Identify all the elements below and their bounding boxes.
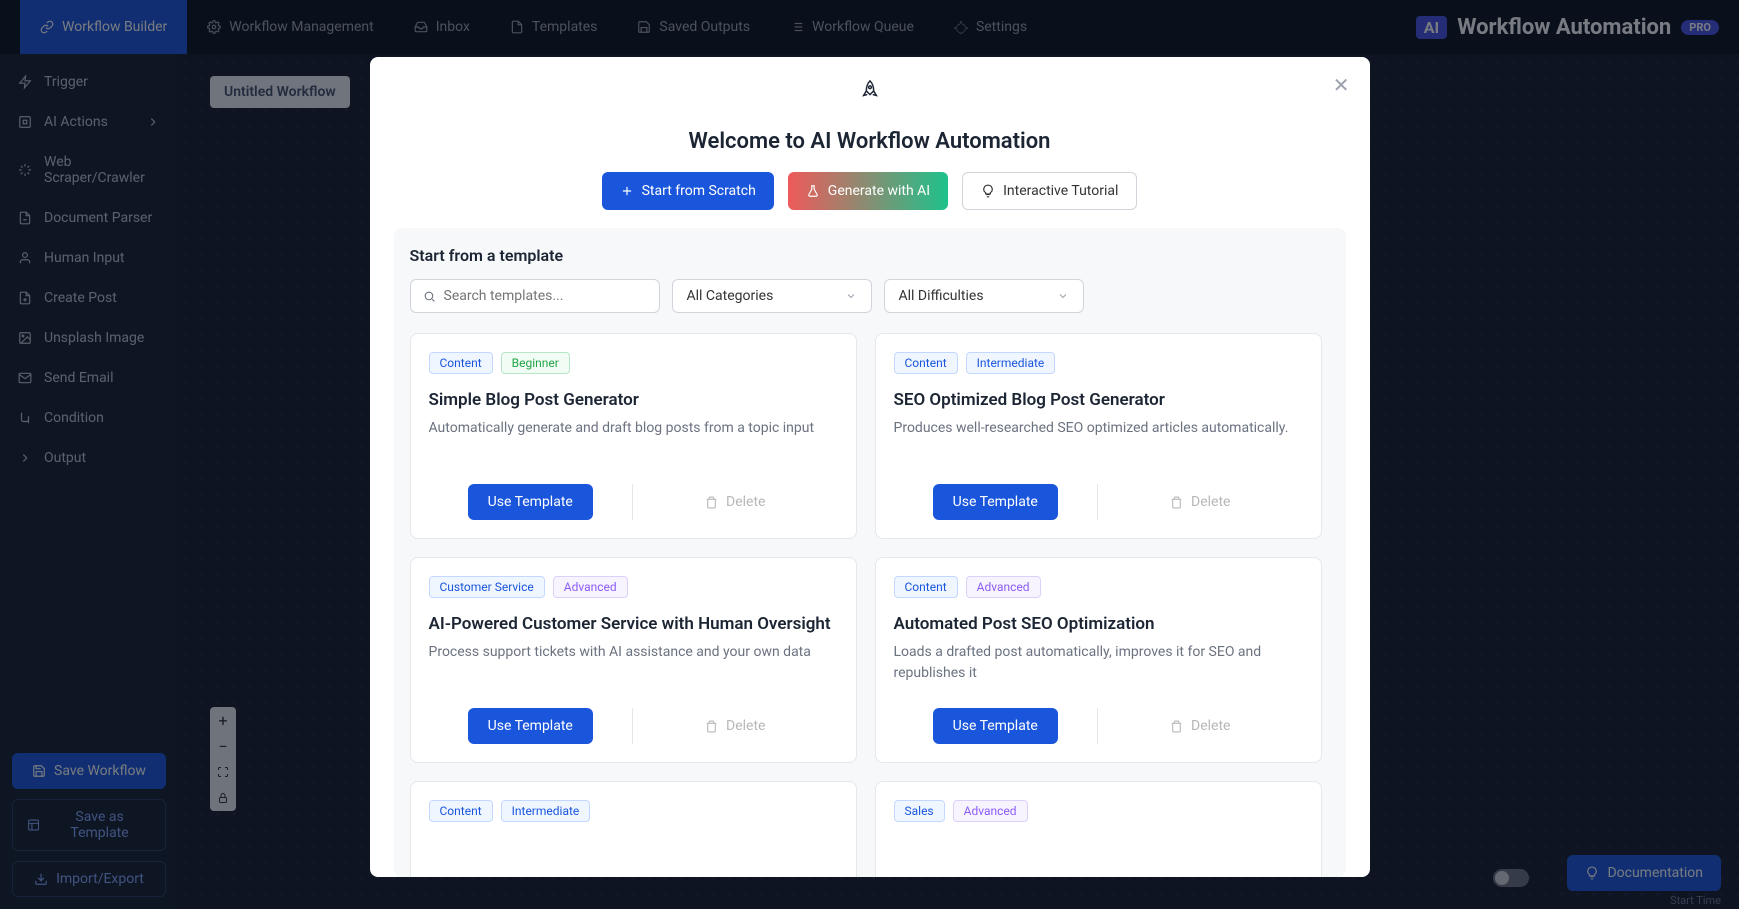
template-grid-scroll[interactable]: Content Beginner Simple Blog Post Generat… (410, 333, 1330, 877)
start-scratch-label: Start from Scratch (642, 183, 756, 199)
trash-icon (1170, 496, 1183, 509)
template-tags: Content Advanced (894, 576, 1303, 598)
generate-ai-button[interactable]: Generate with AI (788, 172, 948, 210)
modal-title: Welcome to AI Workflow Automation (370, 129, 1370, 154)
use-template-button[interactable]: Use Template (468, 708, 593, 744)
close-icon[interactable]: ✕ (1333, 73, 1350, 97)
template-actions: Use Template Delete (429, 484, 838, 520)
category-select-label: All Categories (687, 288, 774, 304)
tutorial-label: Interactive Tutorial (1003, 183, 1118, 199)
chevron-down-icon (845, 290, 857, 302)
template-tag: Customer Service (429, 576, 545, 598)
template-actions: Use Template Delete (894, 484, 1303, 520)
template-card: SalesAdvanced Use Template Delete (875, 781, 1322, 877)
use-template-button[interactable]: Use Template (468, 484, 593, 520)
template-section-title: Start from a template (410, 246, 1330, 265)
template-title: Simple Blog Post Generator (429, 390, 838, 410)
template-card: Content Beginner Simple Blog Post Generat… (410, 333, 857, 539)
template-tags: Customer Service Advanced (429, 576, 838, 598)
template-card: Content Advanced Automated Post SEO Optim… (875, 557, 1322, 763)
delete-label: Delete (726, 718, 765, 734)
template-card: Customer Service Advanced AI-Powered Cust… (410, 557, 857, 763)
delete-template-button[interactable]: Delete (633, 708, 838, 744)
template-tag: Content (894, 352, 958, 374)
template-tag: Sales (894, 800, 945, 822)
template-description: Produces well-researched SEO optimized a… (894, 418, 1303, 460)
difficulty-select-label: All Difficulties (899, 288, 984, 304)
template-tag: Content (429, 352, 493, 374)
template-grid: Content Beginner Simple Blog Post Generat… (410, 333, 1322, 877)
delete-label: Delete (1191, 494, 1230, 510)
search-templates-input[interactable] (444, 288, 647, 304)
delete-template-button[interactable]: Delete (1098, 708, 1303, 744)
delete-label: Delete (1191, 718, 1230, 734)
delete-template-button[interactable]: Delete (1098, 484, 1303, 520)
delete-template-button[interactable]: Delete (633, 484, 838, 520)
category-select[interactable]: All Categories (672, 279, 872, 313)
template-actions: Use Template Delete (894, 708, 1303, 744)
template-description (894, 846, 1303, 877)
flask-icon (806, 184, 820, 198)
generate-ai-label: Generate with AI (828, 183, 930, 199)
tutorial-button[interactable]: Interactive Tutorial (962, 172, 1137, 210)
use-template-button[interactable]: Use Template (933, 484, 1058, 520)
template-description: Process support tickets with AI assistan… (429, 642, 838, 684)
trash-icon (705, 720, 718, 733)
use-template-button[interactable]: Use Template (933, 708, 1058, 744)
template-title: AI-Powered Customer Service with Human O… (429, 614, 838, 634)
template-title: Automated Post SEO Optimization (894, 614, 1303, 634)
template-tag: Intermediate (501, 800, 591, 822)
delete-label: Delete (726, 494, 765, 510)
search-icon (423, 290, 436, 303)
template-tags: Content Beginner (429, 352, 838, 374)
template-tag: Advanced (953, 800, 1028, 822)
template-tag: Intermediate (966, 352, 1056, 374)
template-tags: Content Intermediate (894, 352, 1303, 374)
welcome-modal: ✕ Welcome to AI Workflow Automation Star… (370, 57, 1370, 877)
plus-icon (620, 184, 634, 198)
rocket-icon (370, 77, 1370, 103)
chevron-down-icon (1057, 290, 1069, 302)
trash-icon (705, 496, 718, 509)
template-description: Loads a drafted post automatically, impr… (894, 642, 1303, 684)
template-actions: Use Template Delete (429, 708, 838, 744)
template-tag: Content (429, 800, 493, 822)
template-card: ContentIntermediate Use Template Delete (410, 781, 857, 877)
template-tags: Sales Advanced (894, 800, 1303, 822)
template-tag: Beginner (501, 352, 570, 374)
template-tag: Content (894, 576, 958, 598)
template-tag: Advanced (966, 576, 1041, 598)
template-tags: Content Intermediate (429, 800, 838, 822)
template-description: Automatically generate and draft blog po… (429, 418, 838, 460)
start-scratch-button[interactable]: Start from Scratch (602, 172, 774, 210)
template-filters: All Categories All Difficulties (410, 279, 1330, 313)
bulb-icon (981, 184, 995, 198)
difficulty-select[interactable]: All Difficulties (884, 279, 1084, 313)
template-section: Start from a template All Categories All… (394, 228, 1346, 877)
template-card: Content Intermediate SEO Optimized Blog P… (875, 333, 1322, 539)
template-description (429, 846, 838, 877)
template-title: SEO Optimized Blog Post Generator (894, 390, 1303, 410)
search-templates-box[interactable] (410, 279, 660, 313)
modal-action-buttons: Start from Scratch Generate with AI Inte… (370, 172, 1370, 210)
template-tag: Advanced (553, 576, 628, 598)
trash-icon (1170, 720, 1183, 733)
